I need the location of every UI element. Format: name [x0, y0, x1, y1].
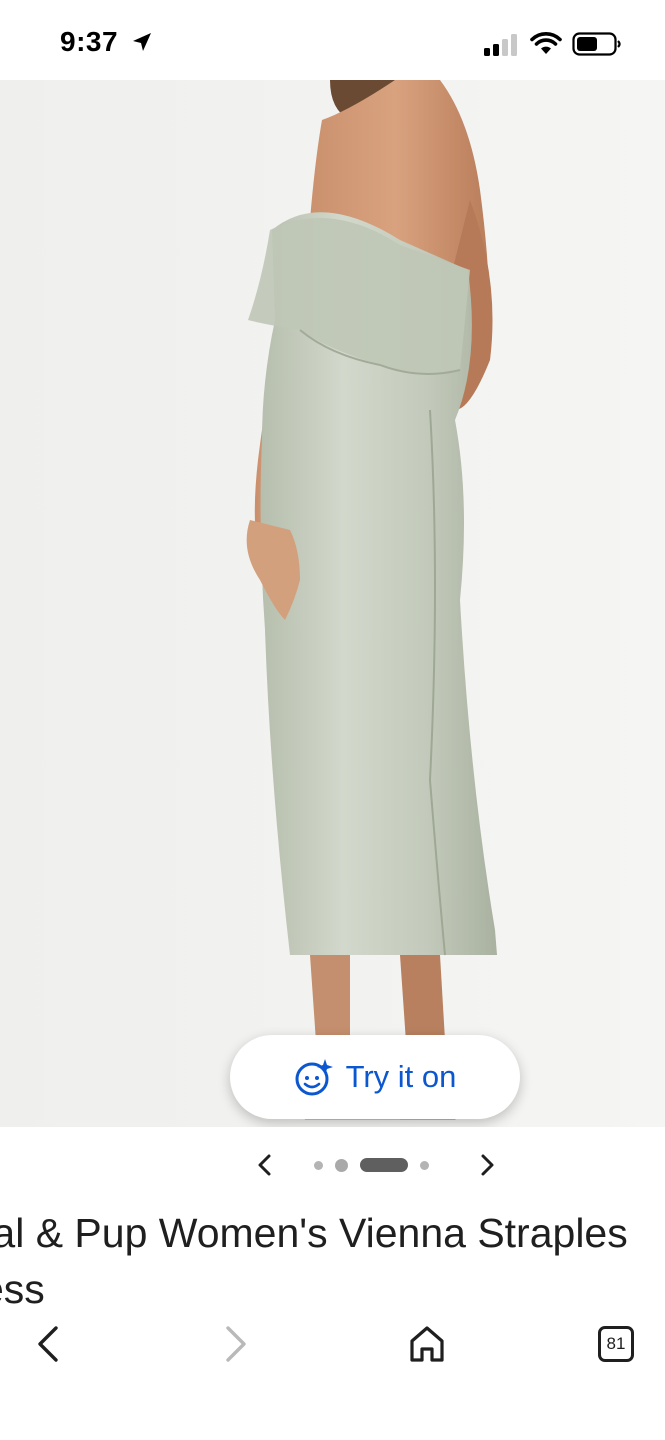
tabs-button[interactable]: 81	[598, 1326, 634, 1362]
dress-photo	[0, 80, 665, 1127]
battery-icon	[572, 32, 621, 56]
forward-arrow-icon[interactable]	[218, 1324, 254, 1364]
carousel-dots	[314, 1158, 441, 1172]
tabs-count: 81	[606, 1334, 626, 1353]
carousel-dot-active[interactable]	[360, 1158, 408, 1172]
cellular-signal-icon	[484, 34, 517, 56]
carousel-dot[interactable]	[314, 1160, 323, 1170]
product-title[interactable]: tal & Pup Women's Vienna Straples ess	[0, 1205, 665, 1317]
try-it-on-label: Try it on	[345, 1059, 457, 1094]
sparkle-face-icon	[295, 1059, 333, 1096]
bottom-toolbar: 81	[0, 1308, 665, 1440]
location-arrow-icon	[133, 33, 151, 51]
product-title-line: tal & Pup Women's Vienna Straples	[0, 1210, 628, 1256]
wifi-icon	[530, 32, 562, 54]
status-bar: 9:37	[0, 0, 665, 80]
carousel-dot[interactable]	[420, 1160, 429, 1170]
image-carousel-controls	[0, 1127, 665, 1203]
status-time: 9:37	[60, 26, 119, 57]
back-arrow-icon[interactable]	[30, 1324, 66, 1364]
home-icon[interactable]	[408, 1324, 446, 1364]
carousel-next-icon[interactable]	[472, 1149, 502, 1181]
carousel-dot[interactable]	[335, 1158, 348, 1172]
try-it-on-button[interactable]: Try it on	[230, 1035, 520, 1119]
product-image[interactable]: Try it on	[0, 80, 665, 1127]
carousel-prev-icon[interactable]	[250, 1149, 280, 1181]
